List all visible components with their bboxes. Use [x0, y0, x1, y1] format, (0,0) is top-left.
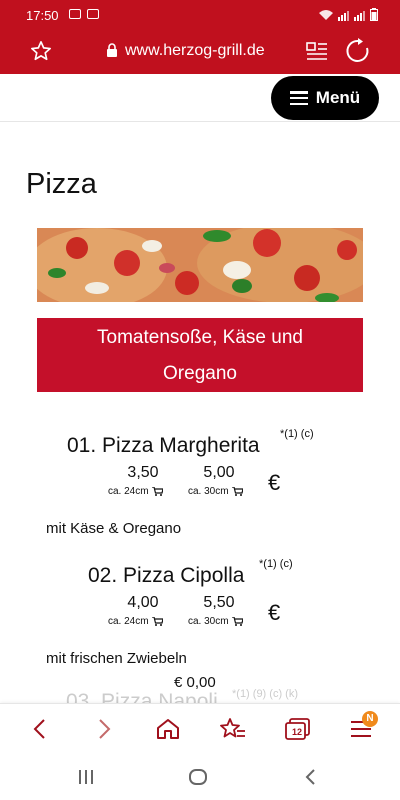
size-large[interactable]: ca. 30cm	[188, 486, 243, 497]
item-name: 01. Pizza Margherita	[67, 434, 260, 457]
url-text[interactable]: www.herzog-grill.de	[125, 42, 265, 60]
size-large[interactable]: ca. 30cm	[188, 616, 243, 627]
status-bar: 17:50	[0, 0, 400, 30]
tabs-count: 12	[292, 727, 303, 737]
category-banner: Tomatensoße, Käse und Oregano	[37, 318, 363, 392]
chevron-right-icon	[99, 719, 111, 739]
pizza-image	[37, 228, 363, 302]
size-small-label: ca. 24cm	[108, 616, 149, 627]
status-icons	[318, 8, 378, 21]
forward-button[interactable]	[90, 714, 120, 744]
home-icon	[157, 719, 179, 739]
item-description: mit Käse & Oregano	[46, 520, 182, 537]
system-nav-bar	[0, 753, 400, 800]
item-marks: *(1) (c)	[259, 558, 293, 570]
price-large[interactable]: 5,50	[194, 594, 244, 612]
item-name: 02. Pizza Cipolla	[88, 564, 245, 587]
hamburger-icon	[289, 91, 308, 105]
home-circle-icon	[189, 769, 207, 785]
size-small-label: ca. 24cm	[108, 486, 149, 497]
back-button[interactable]	[24, 714, 54, 744]
currency-symbol: €	[268, 470, 281, 495]
back-arrow-icon	[305, 769, 315, 785]
bookmarks-icon	[220, 718, 245, 738]
signal-icon	[338, 10, 349, 21]
cart-icon	[151, 617, 163, 626]
reload-icon[interactable]	[345, 38, 371, 64]
price-large[interactable]: 5,00	[194, 464, 244, 482]
status-time: 17:50	[26, 8, 59, 23]
signal-icon-2	[354, 10, 365, 21]
notification-icon	[87, 9, 99, 19]
reader-mode-icon[interactable]	[306, 40, 328, 62]
wifi-icon	[319, 9, 333, 20]
menu-button[interactable]: Menü	[271, 76, 379, 120]
cart-icon	[231, 487, 243, 496]
currency-symbol: €	[268, 600, 281, 625]
lock-icon	[107, 43, 117, 57]
cart-icon	[151, 487, 163, 496]
cart-total[interactable]: € 0,00	[174, 674, 216, 691]
size-large-label: ca. 30cm	[188, 486, 229, 497]
menu-label: Menü	[315, 88, 361, 107]
size-large-label: ca. 30cm	[188, 616, 229, 627]
item-description: mit frischen Zwiebeln	[46, 650, 187, 667]
bookmarks-button[interactable]	[218, 714, 248, 744]
item-marks: *(1) (c)	[280, 428, 314, 440]
size-small[interactable]: ca. 24cm	[108, 486, 163, 497]
recent-apps-icon	[79, 770, 93, 784]
notification-badge: N	[362, 711, 378, 727]
price-small[interactable]: 4,00	[118, 594, 168, 612]
browser-url-bar: www.herzog-grill.de	[0, 30, 400, 74]
battery-icon	[370, 8, 378, 21]
tabs-button[interactable]: 12	[283, 714, 313, 744]
chevron-left-icon	[33, 719, 45, 739]
recent-apps-button[interactable]	[74, 767, 98, 787]
category-banner-line2: Oregano	[163, 363, 237, 384]
gallery-icon	[69, 9, 81, 19]
back-system-button[interactable]	[298, 767, 322, 787]
next-item-marks: *(1) (9) (c) (k)	[232, 688, 298, 700]
cart-icon	[231, 617, 243, 626]
price-small[interactable]: 3,50	[118, 464, 168, 482]
star-icon[interactable]	[30, 40, 52, 68]
browser-bottom-nav: 12	[0, 703, 400, 753]
home-system-button[interactable]	[186, 767, 210, 787]
category-banner-line1: Tomatensoße, Käse und	[97, 327, 303, 348]
size-small[interactable]: ca. 24cm	[108, 616, 163, 627]
section-title: Pizza	[26, 168, 97, 200]
home-button[interactable]	[153, 714, 183, 744]
